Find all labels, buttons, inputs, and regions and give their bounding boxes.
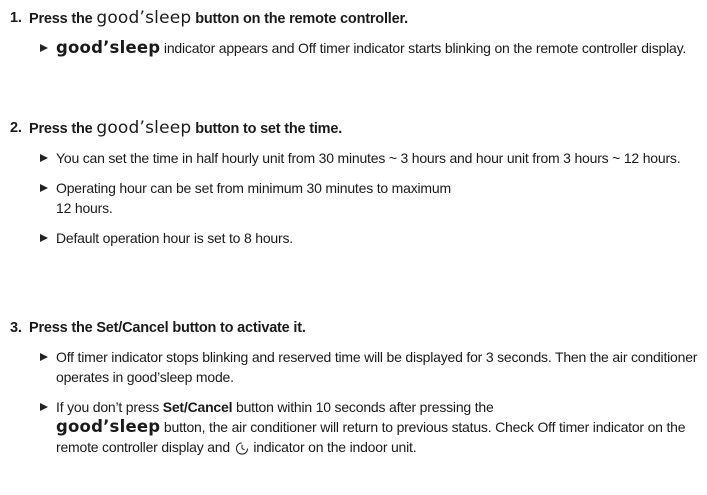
step-3-bullets: Off timer indicator stops blinking and r… bbox=[0, 347, 707, 457]
step-1-title: 1. Press the good’sleep button on the re… bbox=[0, 7, 707, 30]
step-3: 3. Press the Set/Cancel button to activa… bbox=[0, 317, 707, 467]
bullet-text-line-2: 12 hours. bbox=[56, 200, 113, 216]
bullet-text-end: indicator on the indoor unit. bbox=[249, 439, 417, 455]
step-3-title-pre: Press the bbox=[29, 320, 97, 336]
step-1-title-post: button on the remote controller. bbox=[191, 11, 408, 27]
timer-icon bbox=[235, 442, 248, 455]
step-3-bullet-2: If you don’t press Set/Cancel button wit… bbox=[0, 397, 707, 457]
bullet-triangle-icon bbox=[40, 353, 48, 361]
bullet-triangle-icon bbox=[40, 234, 48, 242]
step-2-number: 2. bbox=[10, 120, 22, 136]
step-1-number: 1. bbox=[10, 10, 22, 26]
step-1-title-pre: Press the bbox=[29, 11, 97, 27]
bullet-text-mid: button within 10 seconds after pressing … bbox=[232, 399, 494, 415]
bullet-text: Off timer indicator stops blinking and r… bbox=[56, 349, 698, 385]
step-3-title: 3. Press the Set/Cancel button to activa… bbox=[0, 317, 707, 339]
set-cancel-label: Set/Cancel bbox=[162, 399, 233, 415]
bullet-triangle-icon bbox=[40, 184, 48, 192]
bullet-triangle-icon bbox=[40, 403, 48, 411]
step-2-title-post: button to set the time. bbox=[191, 121, 343, 137]
step-2-title: 2. Press the good’sleep button to set th… bbox=[0, 117, 707, 140]
step-1-bullets: good’sleep indicator appears and Off tim… bbox=[0, 38, 707, 58]
good-sleep-brand: good’sleep bbox=[96, 118, 192, 138]
step-2-bullet-3: Default operation hour is set to 8 hours… bbox=[0, 228, 707, 248]
step-3-number: 3. bbox=[10, 320, 22, 336]
step-2-bullets: You can set the time in half hourly unit… bbox=[0, 148, 707, 248]
bullet-text-pre: If you don’t press bbox=[56, 399, 163, 415]
step-1: 1. Press the good’sleep button on the re… bbox=[0, 7, 707, 68]
instructions-page: 1. Press the good’sleep button on the re… bbox=[0, 0, 707, 495]
step-3-bullet-1: Off timer indicator stops blinking and r… bbox=[0, 347, 707, 387]
set-cancel-label: Set/Cancel bbox=[96, 320, 169, 336]
step-2-title-pre: Press the bbox=[29, 121, 97, 137]
bullet-text: indicator appears and Off timer indicato… bbox=[160, 40, 687, 56]
good-sleep-brand: good’sleep bbox=[96, 8, 192, 28]
step-1-bullet-1: good’sleep indicator appears and Off tim… bbox=[0, 38, 707, 58]
bullet-text-line-1: Operating hour can be set from minimum 3… bbox=[56, 180, 451, 196]
step-2-bullet-1: You can set the time in half hourly unit… bbox=[0, 148, 707, 168]
bullet-text: Default operation hour is set to 8 hours… bbox=[56, 230, 293, 246]
step-3-title-post: button to activate it. bbox=[168, 320, 306, 336]
step-2: 2. Press the good’sleep button to set th… bbox=[0, 117, 707, 258]
bullet-triangle-icon bbox=[40, 154, 48, 162]
bullet-triangle-icon bbox=[40, 44, 48, 52]
step-2-bullet-2: Operating hour can be set from minimum 3… bbox=[0, 178, 707, 218]
bullet-text: You can set the time in half hourly unit… bbox=[56, 150, 681, 166]
good-sleep-brand: good’sleep bbox=[56, 38, 161, 57]
good-sleep-brand: good’sleep bbox=[56, 417, 161, 436]
